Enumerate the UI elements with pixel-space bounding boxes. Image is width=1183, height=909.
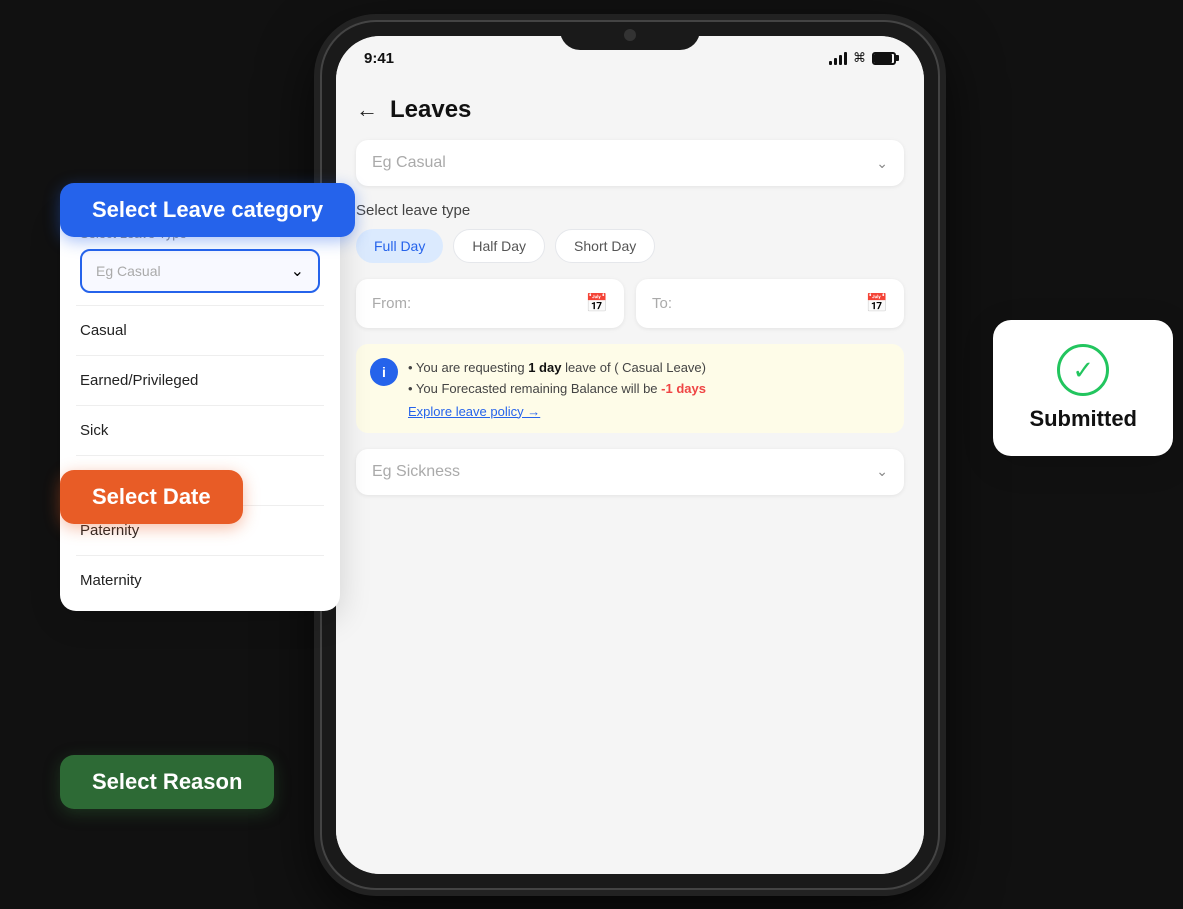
signal-icon — [829, 51, 847, 65]
info-line2: • You Forecasted remaining Balance will … — [408, 379, 706, 400]
page-title: Leaves — [390, 96, 471, 124]
info-icon: i — [370, 358, 398, 386]
from-calendar-icon: 📅 — [586, 293, 608, 314]
form-section: Eg Casual ⌄ Select leave type Full Day H… — [336, 140, 924, 433]
reason-section: Eg Sickness ⌄ — [336, 449, 924, 495]
info-content: • You are requesting 1 day leave of ( Ca… — [408, 358, 706, 419]
leave-type-section: Select leave type Full Day Half Day Shor… — [356, 202, 904, 263]
panel-divider — [76, 405, 324, 406]
full-day-button[interactable]: Full Day — [356, 229, 443, 263]
to-calendar-icon: 📅 — [866, 293, 888, 314]
app-header: ← Leaves — [336, 80, 924, 140]
list-item[interactable]: Maternity — [60, 560, 340, 601]
tooltip-select-reason: Select Reason — [60, 755, 274, 809]
panel-divider — [76, 555, 324, 556]
back-button[interactable]: ← — [356, 97, 378, 123]
half-day-button[interactable]: Half Day — [453, 229, 545, 263]
tooltip-leave-category: Select Leave category — [60, 183, 355, 237]
short-day-button[interactable]: Short Day — [555, 229, 655, 263]
panel-divider — [76, 455, 324, 456]
reason-arrow-icon: ⌄ — [876, 463, 888, 480]
info-box: i • You are requesting 1 day leave of ( … — [356, 344, 904, 433]
to-date-field[interactable]: To: 📅 — [636, 279, 904, 328]
submitted-card: ✓ Submitted — [993, 320, 1173, 456]
leave-category-dropdown[interactable]: Eg Casual ⌄ — [356, 140, 904, 186]
list-item[interactable]: Earned/Privileged — [60, 360, 340, 401]
submitted-check-icon: ✓ — [1057, 344, 1109, 396]
leave-type-buttons: Full Day Half Day Short Day — [356, 229, 904, 263]
reason-dropdown[interactable]: Eg Sickness ⌄ — [356, 449, 904, 495]
explore-link[interactable]: Explore leave policy → — [408, 404, 706, 419]
phone-notch — [560, 22, 700, 50]
status-time: 9:41 — [364, 50, 394, 67]
list-item[interactable]: Casual — [60, 310, 340, 351]
to-placeholder: To: — [652, 295, 672, 312]
app-content: ← Leaves Eg Casual ⌄ Select leave type F… — [336, 80, 924, 874]
from-date-field[interactable]: From: 📅 — [356, 279, 624, 328]
date-row: From: 📅 To: 📅 — [356, 279, 904, 328]
submitted-label: Submitted — [1029, 406, 1137, 432]
wifi-icon: ⌘ — [853, 50, 866, 66]
info-line1: • You are requesting 1 day leave of ( Ca… — [408, 358, 706, 379]
panel-divider — [76, 305, 324, 306]
phone-screen: 9:41 ⌘ ← Leaves — [336, 36, 924, 874]
leave-type-panel: Select Leave Type Eg Casual ⌄ Casual Ear… — [60, 210, 340, 611]
list-item[interactable]: Sick — [60, 410, 340, 451]
status-icons: ⌘ — [829, 50, 896, 66]
panel-divider — [76, 355, 324, 356]
phone-camera — [624, 29, 636, 41]
panel-dropdown-arrow: ⌄ — [291, 261, 304, 281]
dropdown-arrow-icon: ⌄ — [876, 155, 888, 172]
reason-placeholder: Eg Sickness — [372, 463, 460, 481]
leave-category-placeholder: Eg Casual — [372, 154, 446, 172]
leave-type-label: Select leave type — [356, 202, 904, 219]
panel-dropdown-placeholder: Eg Casual — [96, 263, 161, 279]
battery-icon — [872, 52, 896, 65]
from-placeholder: From: — [372, 295, 411, 312]
phone-shell: 9:41 ⌘ ← Leaves — [320, 20, 940, 890]
tooltip-select-date: Select Date — [60, 470, 243, 524]
panel-dropdown[interactable]: Eg Casual ⌄ — [80, 249, 320, 293]
